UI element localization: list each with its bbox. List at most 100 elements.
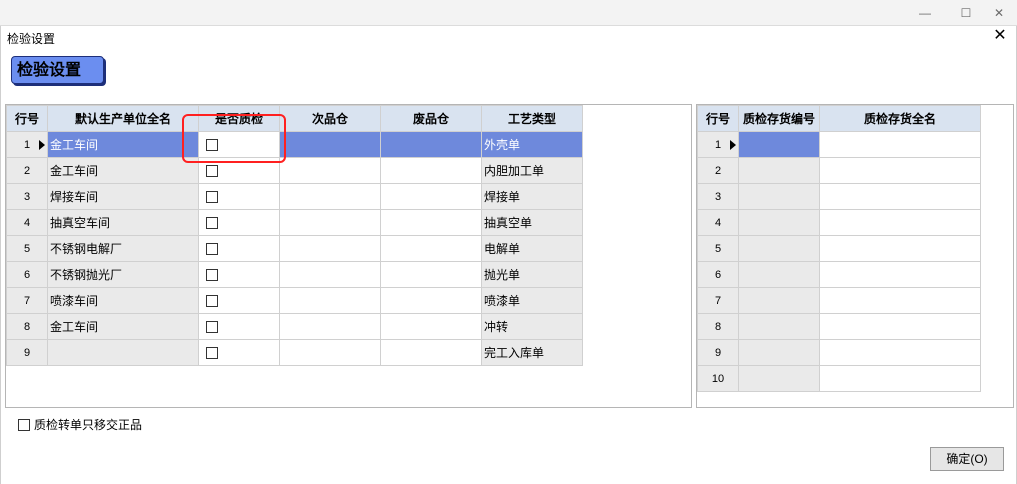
process-type-cell[interactable]: 抛光单 xyxy=(481,261,583,288)
production-unit-cell[interactable]: 金工车间 xyxy=(47,157,199,184)
inventory-name-cell[interactable] xyxy=(819,261,981,288)
defect-warehouse-cell[interactable] xyxy=(279,235,381,262)
process-type-cell[interactable]: 电解单 xyxy=(481,235,583,262)
production-unit-cell[interactable]: 金工车间 xyxy=(47,313,199,340)
table-row[interactable]: 4 xyxy=(697,209,981,236)
production-unit-cell[interactable]: 喷漆车间 xyxy=(47,287,199,314)
process-type-cell[interactable]: 焊接单 xyxy=(481,183,583,210)
inventory-code-cell[interactable] xyxy=(738,313,820,340)
waste-warehouse-cell[interactable] xyxy=(380,261,482,288)
column-header[interactable]: 质检存货全名 xyxy=(819,105,981,132)
inventory-name-cell[interactable] xyxy=(819,235,981,262)
table-row[interactable]: 9 xyxy=(697,339,981,366)
window-close-icon[interactable]: ✕ xyxy=(982,0,1016,26)
quality-check-cell[interactable] xyxy=(198,287,280,314)
quality-check-checkbox[interactable] xyxy=(206,243,218,256)
inventory-name-cell[interactable] xyxy=(819,209,981,236)
defect-warehouse-cell[interactable] xyxy=(279,287,381,314)
dialog-close-icon[interactable]: ✕ xyxy=(992,27,1008,45)
column-header[interactable]: 次品仓 xyxy=(279,105,381,132)
defect-warehouse-cell[interactable] xyxy=(279,339,381,366)
inventory-code-cell[interactable] xyxy=(738,287,820,314)
quality-check-cell[interactable] xyxy=(198,235,280,262)
production-unit-cell[interactable]: 焊接车间 xyxy=(47,183,199,210)
quality-check-checkbox[interactable] xyxy=(206,347,218,360)
production-unit-cell[interactable]: 不锈钢电解厂 xyxy=(47,235,199,262)
inventory-code-cell[interactable] xyxy=(738,235,820,262)
quality-check-checkbox[interactable] xyxy=(206,217,218,230)
inventory-name-cell[interactable] xyxy=(819,287,981,314)
table-row[interactable]: 8 金工车间 冲转 xyxy=(6,313,583,340)
table-row[interactable]: 6 xyxy=(697,261,981,288)
column-header[interactable]: 废品仓 xyxy=(380,105,482,132)
inventory-code-cell[interactable] xyxy=(738,209,820,236)
waste-warehouse-cell[interactable] xyxy=(380,313,482,340)
table-row[interactable]: 8 xyxy=(697,313,981,340)
column-header[interactable]: 行号 xyxy=(6,105,48,132)
inventory-code-cell[interactable] xyxy=(738,131,820,158)
column-header[interactable]: 行号 xyxy=(697,105,739,132)
inventory-name-cell[interactable] xyxy=(819,339,981,366)
table-row[interactable]: 4 抽真空车间 抽真空单 xyxy=(6,209,583,236)
table-row[interactable]: 7 xyxy=(697,287,981,314)
defect-warehouse-cell[interactable] xyxy=(279,131,381,158)
quality-check-cell[interactable] xyxy=(198,339,280,366)
quality-check-cell[interactable] xyxy=(198,209,280,236)
waste-warehouse-cell[interactable] xyxy=(380,157,482,184)
process-type-cell[interactable]: 完工入库单 xyxy=(481,339,583,366)
table-row[interactable]: 1 金工车间 外壳单 xyxy=(6,131,583,158)
quality-check-cell[interactable] xyxy=(198,183,280,210)
table-row[interactable]: 3 xyxy=(697,183,981,210)
inventory-name-cell[interactable] xyxy=(819,183,981,210)
inventory-name-cell[interactable] xyxy=(819,313,981,340)
inventory-code-cell[interactable] xyxy=(738,183,820,210)
table-row[interactable]: 6 不锈钢抛光厂 抛光单 xyxy=(6,261,583,288)
inventory-code-cell[interactable] xyxy=(738,339,820,366)
quality-check-checkbox[interactable] xyxy=(206,295,218,308)
table-row[interactable]: 3 焊接车间 焊接单 xyxy=(6,183,583,210)
quality-check-cell[interactable] xyxy=(198,313,280,340)
maximize-icon[interactable]: ☐ xyxy=(949,0,983,26)
ok-button[interactable]: 确定(O) xyxy=(930,447,1004,471)
waste-warehouse-cell[interactable] xyxy=(380,235,482,262)
table-row[interactable]: 9 完工入库单 xyxy=(6,339,583,366)
table-row[interactable]: 5 不锈钢电解厂 电解单 xyxy=(6,235,583,262)
process-type-cell[interactable]: 外壳单 xyxy=(481,131,583,158)
minimize-icon[interactable]: — xyxy=(908,0,942,26)
transfer-good-only-checkbox[interactable] xyxy=(18,418,30,431)
process-type-cell[interactable]: 冲转 xyxy=(481,313,583,340)
inventory-name-cell[interactable] xyxy=(819,365,981,392)
process-type-cell[interactable]: 抽真空单 xyxy=(481,209,583,236)
column-header[interactable]: 默认生产单位全名 xyxy=(47,105,199,132)
waste-warehouse-cell[interactable] xyxy=(380,131,482,158)
table-row[interactable]: 1 xyxy=(697,131,981,158)
table-row[interactable]: 10 xyxy=(697,365,981,392)
waste-warehouse-cell[interactable] xyxy=(380,287,482,314)
production-unit-cell[interactable]: 不锈钢抛光厂 xyxy=(47,261,199,288)
defect-warehouse-cell[interactable] xyxy=(279,209,381,236)
process-type-cell[interactable]: 喷漆单 xyxy=(481,287,583,314)
waste-warehouse-cell[interactable] xyxy=(380,209,482,236)
defect-warehouse-cell[interactable] xyxy=(279,261,381,288)
process-type-cell[interactable]: 内胆加工单 xyxy=(481,157,583,184)
table-row[interactable]: 7 喷漆车间 喷漆单 xyxy=(6,287,583,314)
quality-check-checkbox[interactable] xyxy=(206,269,218,282)
inventory-name-cell[interactable] xyxy=(819,131,981,158)
inventory-code-cell[interactable] xyxy=(738,365,820,392)
column-header[interactable]: 工艺类型 xyxy=(481,105,583,132)
defect-warehouse-cell[interactable] xyxy=(279,313,381,340)
table-row[interactable]: 5 xyxy=(697,235,981,262)
table-row[interactable]: 2 金工车间 内胆加工单 xyxy=(6,157,583,184)
transfer-good-only-option[interactable]: 质检转单只移交正品 xyxy=(18,416,142,433)
waste-warehouse-cell[interactable] xyxy=(380,183,482,210)
production-unit-cell[interactable]: 抽真空车间 xyxy=(47,209,199,236)
production-unit-cell[interactable] xyxy=(47,339,199,366)
table-row[interactable]: 2 xyxy=(697,157,981,184)
quality-check-checkbox[interactable] xyxy=(206,191,218,204)
defect-warehouse-cell[interactable] xyxy=(279,183,381,210)
production-unit-cell[interactable]: 金工车间 xyxy=(47,131,199,158)
inventory-code-cell[interactable] xyxy=(738,261,820,288)
column-header[interactable]: 质检存货编号 xyxy=(738,105,820,132)
inventory-name-cell[interactable] xyxy=(819,157,981,184)
inventory-code-cell[interactable] xyxy=(738,157,820,184)
